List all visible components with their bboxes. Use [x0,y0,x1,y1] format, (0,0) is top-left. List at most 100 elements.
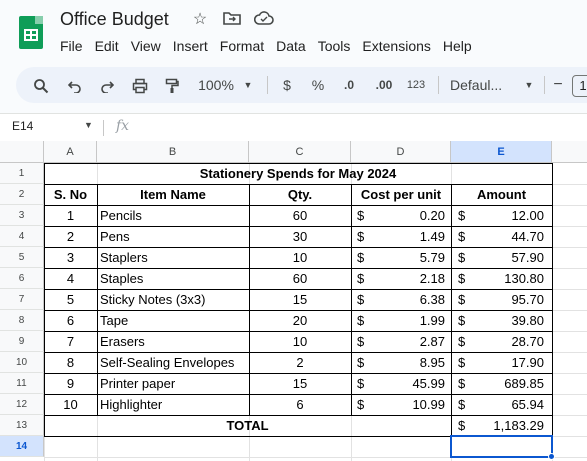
row-header-12[interactable]: 12 [0,394,44,415]
increase-decimal-button[interactable]: .00 [370,67,398,103]
row-header-1[interactable]: 1 [0,163,44,184]
zoom-dropdown-icon[interactable]: ▼ [241,67,255,103]
redo-icon[interactable] [96,67,118,103]
cell-item-name[interactable]: Tape [100,310,249,331]
cell-s-no[interactable]: 8 [44,352,97,373]
total-label[interactable]: TOTAL [44,415,451,436]
cell-cost[interactable]: 1.49 [351,226,445,247]
row-header-3[interactable]: 3 [0,205,44,226]
cell-item-name[interactable]: Pens [100,226,249,247]
cell-s-no[interactable]: 5 [44,289,97,310]
cell-qty[interactable]: 60 [249,205,351,226]
font-dropdown-icon[interactable]: ▼ [522,67,536,103]
menu-extensions[interactable]: Extensions [356,36,436,56]
header-s-no[interactable]: S. No [44,184,97,205]
row-header-5[interactable]: 5 [0,247,44,268]
cell-cost[interactable]: 10.99 [351,394,445,415]
search-menus-icon[interactable] [30,67,52,103]
move-to-folder-icon[interactable] [222,10,242,30]
total-amount[interactable]: 1,183.29 [451,415,544,436]
row-header-14[interactable]: 14 [0,436,44,457]
menu-view[interactable]: View [125,36,167,56]
cell-s-no[interactable]: 3 [44,247,97,268]
decrease-font-size-button[interactable]: − [550,67,566,103]
cell-amount[interactable]: 95.70 [451,289,544,310]
cell-cost[interactable]: 1.99 [351,310,445,331]
paint-format-icon[interactable] [161,67,183,103]
print-icon[interactable] [129,67,151,103]
cell-cost[interactable]: 8.95 [351,352,445,373]
cell-qty[interactable]: 30 [249,226,351,247]
cell-item-name[interactable]: Staplers [100,247,249,268]
cell-s-no[interactable]: 10 [44,394,97,415]
menu-data[interactable]: Data [270,36,312,56]
cell-s-no[interactable]: 1 [44,205,97,226]
header-qty[interactable]: Qty. [249,184,351,205]
selected-cell-e14[interactable] [450,435,553,458]
cell-amount[interactable]: 57.90 [451,247,544,268]
more-formats-button[interactable]: 123 [404,67,428,103]
cell-s-no[interactable]: 9 [44,373,97,394]
cell-qty[interactable]: 60 [249,268,351,289]
format-currency-button[interactable]: $ [278,67,296,103]
select-all-corner[interactable] [0,141,44,163]
zoom-select[interactable]: 100% [193,67,239,103]
font-family-select[interactable]: Defaul... [450,67,514,103]
cell-amount[interactable]: 130.80 [451,268,544,289]
cell-item-name[interactable]: Pencils [100,205,249,226]
row-header-9[interactable]: 9 [0,331,44,352]
cell-cost[interactable]: 0.20 [351,205,445,226]
cell-qty[interactable]: 6 [249,394,351,415]
column-header-f[interactable] [552,141,587,163]
row-header-6[interactable]: 6 [0,268,44,289]
cell-item-name[interactable]: Erasers [100,331,249,352]
cell-qty[interactable]: 15 [249,289,351,310]
column-header-d[interactable]: D [351,141,451,163]
cell-amount[interactable]: 39.80 [451,310,544,331]
cell-cost[interactable]: 2.87 [351,331,445,352]
column-header-c[interactable]: C [249,141,351,163]
cell-s-no[interactable]: 2 [44,226,97,247]
cell-amount[interactable]: 12.00 [451,205,544,226]
menu-file[interactable]: File [60,36,89,56]
formula-input[interactable] [140,118,580,138]
row-header-4[interactable]: 4 [0,226,44,247]
column-header-a[interactable]: A [44,141,97,163]
cell-cost[interactable]: 45.99 [351,373,445,394]
cell-item-name[interactable]: Printer paper [100,373,249,394]
format-percent-button[interactable]: % [309,67,327,103]
cell-qty[interactable]: 2 [249,352,351,373]
column-header-e[interactable]: E [451,141,552,163]
row-header-13[interactable]: 13 [0,415,44,436]
cell-item-name[interactable]: Self-Sealing Envelopes [100,352,249,373]
sheets-logo-icon[interactable] [19,16,43,49]
cell-amount[interactable]: 44.70 [451,226,544,247]
decrease-decimal-button[interactable]: .0 [338,67,360,103]
cell-amount[interactable]: 17.90 [451,352,544,373]
menu-tools[interactable]: Tools [312,36,357,56]
fill-handle[interactable] [548,453,555,460]
cell-item-name[interactable]: Staples [100,268,249,289]
column-header-b[interactable]: B [97,141,249,163]
cell-s-no[interactable]: 4 [44,268,97,289]
row-header-10[interactable]: 10 [0,352,44,373]
sheet-grid[interactable]: A B C D E 1 2 3 4 5 6 7 8 9 10 11 12 13 14 Stationery Spend… [0,141,587,461]
document-title[interactable]: Office Budget [60,9,169,30]
cell-cost[interactable]: 2.18 [351,268,445,289]
row-header-8[interactable]: 8 [0,310,44,331]
header-cost-per-unit[interactable]: Cost per unit [351,184,451,205]
sheet-heading[interactable]: Stationery Spends for May 2024 [44,163,552,184]
cell-item-name[interactable]: Sticky Notes (3x3) [100,289,249,310]
cell-amount[interactable]: 28.70 [451,331,544,352]
star-icon[interactable]: ☆ [190,10,210,30]
cell-qty[interactable]: 10 [249,331,351,352]
cloud-saved-icon[interactable] [253,10,274,30]
cell-qty[interactable]: 15 [249,373,351,394]
cell-qty[interactable]: 20 [249,310,351,331]
cell-amount[interactable]: 689.85 [451,373,544,394]
cell-s-no[interactable]: 7 [44,331,97,352]
row-header-7[interactable]: 7 [0,289,44,310]
cell-cost[interactable]: 5.79 [351,247,445,268]
menu-format[interactable]: Format [214,36,270,56]
cell-s-no[interactable]: 6 [44,310,97,331]
